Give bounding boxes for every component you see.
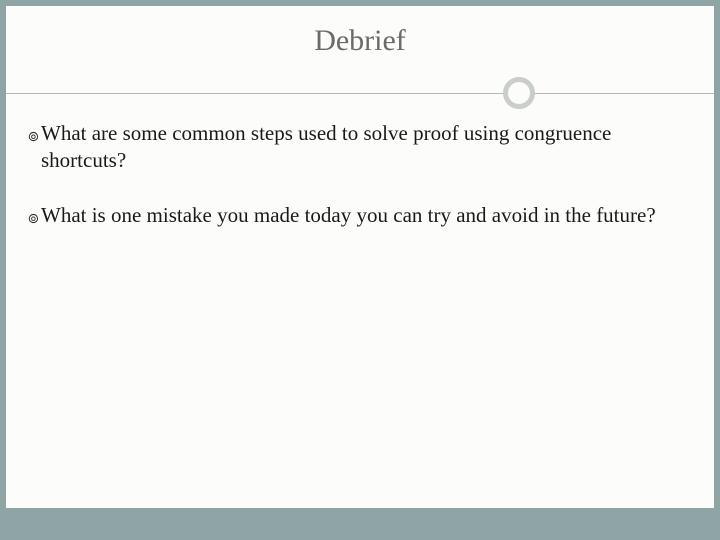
footer-bar (6, 508, 714, 534)
slide-frame: Debrief ๏ What are some common steps use… (0, 0, 720, 540)
list-item: ๏ What is one mistake you made today you… (28, 202, 692, 229)
bullet-text: What are some common steps used to solve… (41, 120, 692, 174)
bullet-text: What is one mistake you made today you c… (41, 202, 692, 229)
list-item: ๏ What are some common steps used to sol… (28, 120, 692, 174)
bullet-icon: ๏ (28, 206, 39, 229)
divider-line (6, 93, 714, 94)
slide-surface: Debrief ๏ What are some common steps use… (6, 6, 714, 534)
divider-ring-icon (503, 77, 535, 109)
content-area: ๏ What are some common steps used to sol… (6, 110, 714, 229)
slide-title: Debrief (6, 6, 714, 76)
bullet-icon: ๏ (28, 124, 39, 147)
title-divider (6, 76, 714, 110)
